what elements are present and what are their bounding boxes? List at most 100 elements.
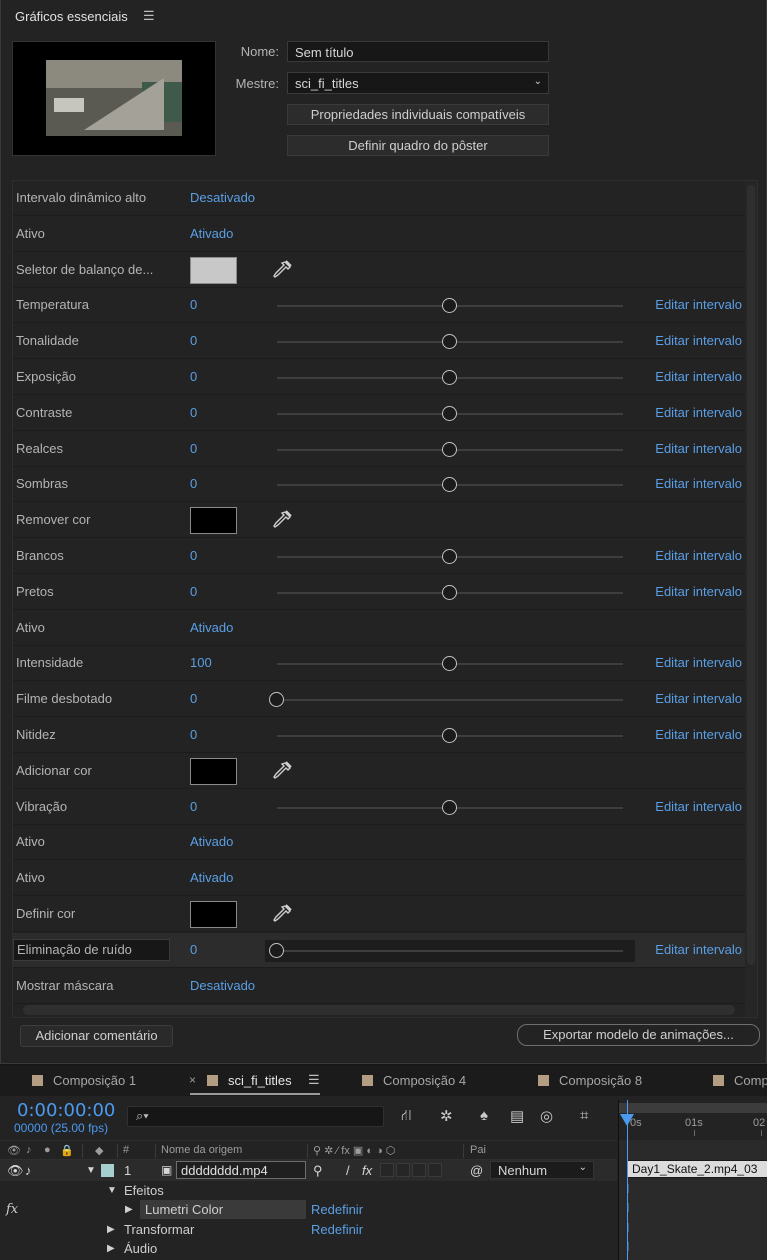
property-row[interactable]: Filme desbotado 0 Editar intervalo (13, 682, 746, 718)
edit-range-link[interactable]: Editar intervalo (655, 333, 742, 348)
fx-icon[interactable]: fx (6, 1202, 18, 1217)
property-row[interactable]: Adicionar cor (13, 754, 746, 789)
property-value[interactable]: 0 (190, 405, 197, 420)
color-swatch[interactable] (190, 901, 237, 928)
property-value[interactable]: Ativado (190, 870, 233, 885)
edit-range-link[interactable]: Editar intervalo (655, 942, 742, 957)
horizontal-scrollbar[interactable] (23, 1005, 735, 1015)
reset-link[interactable]: Redefinir (311, 1222, 363, 1237)
layer-name[interactable]: dddddddd.mp4 (176, 1161, 306, 1179)
lock-icon[interactable]: 🔒 (60, 1144, 74, 1157)
slider-knob[interactable] (442, 298, 457, 314)
edit-range-link[interactable]: Editar intervalo (655, 369, 742, 384)
layer-row[interactable]: 👁 ♪ ▼ 1 ▣ dddddddd.mp4 ⚲ / fx @ Nenhum ⌄ (0, 1160, 617, 1181)
slider-knob[interactable] (442, 656, 457, 672)
property-value[interactable]: 0 (190, 548, 197, 563)
switch-box[interactable] (380, 1163, 394, 1177)
property-row[interactable]: Ativo Ativado (13, 611, 746, 646)
slider-knob[interactable] (442, 405, 457, 421)
edit-range-link[interactable]: Editar intervalo (655, 476, 742, 491)
eyedropper-icon[interactable] (271, 509, 293, 531)
color-swatch[interactable] (190, 256, 237, 284)
slider-knob[interactable] (442, 441, 457, 457)
property-row[interactable]: Ativo Ativado (13, 217, 746, 252)
compatible-properties-button[interactable]: Propriedades individuais compatíveis (287, 104, 549, 125)
frame-blending-icon[interactable]: ▤ (510, 1107, 524, 1125)
vertical-scrollbar[interactable] (745, 181, 757, 1017)
slider-track[interactable] (277, 949, 623, 952)
layer-label-color[interactable] (101, 1164, 114, 1177)
switch-box[interactable] (396, 1163, 410, 1177)
property-row[interactable]: Exposição 0 Editar intervalo (13, 360, 746, 395)
property-row[interactable]: Mostrar máscara Desativado (13, 969, 746, 1004)
close-icon[interactable]: × (189, 1073, 196, 1087)
property-value[interactable]: 0 (190, 942, 197, 957)
property-value[interactable]: 0 (190, 691, 197, 706)
edit-range-link[interactable]: Editar intervalo (655, 727, 742, 742)
tab-composicao-4[interactable]: Composição 4 (362, 1073, 466, 1088)
property-value[interactable]: 0 (190, 476, 197, 491)
audio-row[interactable]: ▶ Áudio (0, 1239, 617, 1259)
column-source-name[interactable]: Nome da origem (161, 1144, 242, 1156)
set-poster-frame-button[interactable]: Definir quadro do pôster (287, 135, 549, 156)
playhead-handle[interactable] (620, 1114, 634, 1126)
edit-range-link[interactable]: Editar intervalo (655, 584, 742, 599)
property-value[interactable]: 0 (190, 799, 197, 814)
color-swatch[interactable] (190, 507, 237, 535)
eyedropper-icon[interactable] (271, 760, 293, 782)
lumetri-row[interactable]: fx ▶ Lumetri Color Redefinir (0, 1200, 617, 1220)
property-value[interactable]: Desativado (190, 190, 255, 205)
graph-editor-icon[interactable]: ⌗ (580, 1107, 588, 1124)
solo-icon[interactable]: ● (44, 1144, 51, 1156)
slider-knob[interactable] (442, 549, 457, 564)
property-row[interactable]: Vibração 0 Editar intervalo (13, 790, 746, 825)
property-row[interactable]: Sombras 0 Editar intervalo (13, 467, 746, 503)
color-swatch[interactable] (190, 757, 237, 785)
property-value[interactable]: Ativado (190, 226, 233, 241)
collapsed-triangle-icon[interactable]: ▶ (107, 1243, 115, 1254)
effects-switch-icon[interactable]: fx (362, 1163, 372, 1178)
property-name[interactable]: Eliminação de ruído (13, 938, 170, 961)
switch-box[interactable] (428, 1163, 442, 1177)
property-row[interactable]: Ativo Ativado (13, 825, 746, 861)
quality-switch-icon[interactable]: / (346, 1163, 350, 1178)
property-row[interactable]: Brancos 0 Editar intervalo (13, 539, 746, 574)
column-parent[interactable]: Pai (470, 1144, 486, 1156)
property-row[interactable]: Seletor de balanço de... (13, 253, 746, 288)
current-timecode[interactable]: 0:00:00:00 (17, 1100, 115, 1121)
eyedropper-icon[interactable] (271, 903, 293, 925)
eyedropper-icon[interactable] (271, 259, 293, 281)
property-value[interactable]: Desativado (190, 978, 255, 993)
switch-box[interactable] (412, 1163, 426, 1177)
parent-dropdown[interactable]: Nenhum ⌄ (490, 1161, 594, 1179)
edit-range-link[interactable]: Editar intervalo (655, 297, 742, 312)
property-value[interactable]: 0 (190, 297, 197, 312)
scrollbar-thumb[interactable] (747, 185, 755, 965)
tab-comp[interactable]: Comp (713, 1073, 767, 1088)
slider-knob[interactable] (269, 692, 284, 708)
edit-range-link[interactable]: Editar intervalo (655, 548, 742, 563)
slider-knob[interactable] (269, 942, 284, 958)
property-value[interactable]: Ativado (190, 620, 233, 635)
slider-track[interactable] (277, 699, 623, 702)
draft-3d-icon[interactable]: ✲ (440, 1107, 453, 1125)
property-row[interactable]: Definir cor (13, 897, 746, 932)
effects-row[interactable]: ▼ Efeitos (0, 1181, 617, 1201)
tab-composicao-1[interactable]: Composição 1 (32, 1073, 136, 1088)
slider-knob[interactable] (442, 584, 457, 600)
property-row[interactable]: Intensidade 100 Editar intervalo (13, 646, 746, 682)
expand-triangle-icon[interactable]: ▼ (86, 1165, 96, 1176)
comp-flowchart-icon[interactable]: ⛙ (401, 1107, 412, 1126)
property-row[interactable]: Tonalidade 0 Editar intervalo (13, 324, 746, 360)
transform-row[interactable]: ▶ Transformar Redefinir (0, 1220, 617, 1240)
property-row[interactable]: Remover cor (13, 503, 746, 539)
property-row[interactable]: Contraste 0 Editar intervalo (13, 396, 746, 431)
property-value[interactable]: 100 (190, 655, 212, 670)
slider-knob[interactable] (442, 728, 457, 743)
property-value[interactable]: 0 (190, 441, 197, 456)
edit-range-link[interactable]: Editar intervalo (655, 441, 742, 456)
work-area-bar[interactable] (619, 1103, 767, 1113)
reset-link[interactable]: Redefinir (311, 1202, 363, 1217)
layer-search-input[interactable]: ⌕▾ (127, 1106, 384, 1127)
property-value[interactable]: 0 (190, 727, 197, 742)
